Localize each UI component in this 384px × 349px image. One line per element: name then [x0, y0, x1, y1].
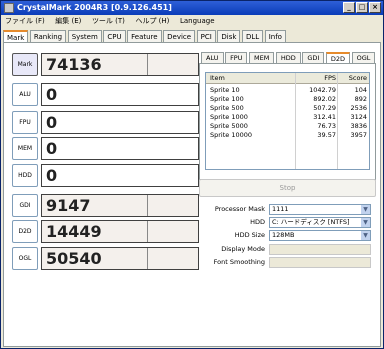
column-fps[interactable]: FPS: [298, 73, 336, 83]
fpu-button[interactable]: FPU: [12, 111, 38, 134]
ogl-button[interactable]: OGL: [12, 247, 38, 270]
item-score: 3124: [350, 113, 367, 121]
processor-mask-value: 1111: [272, 205, 289, 213]
list-item[interactable]: Sprite 10000 39.57 3957: [206, 131, 369, 140]
hdd-size-value: 128MB: [272, 231, 295, 239]
processor-mask-select[interactable]: 1111 ▼: [269, 204, 371, 215]
item-fps: 507.29: [313, 104, 336, 112]
font-smoothing-label: Font Smoothing: [213, 258, 265, 266]
item-name: Sprite 1000: [210, 113, 248, 121]
alu-score: 0: [41, 83, 199, 106]
item-name: Sprite 100: [210, 95, 244, 103]
mem-score: 0: [41, 137, 199, 160]
column-item[interactable]: Item: [210, 73, 225, 83]
item-score: 3836: [350, 122, 367, 130]
hdd-button[interactable]: HDD: [12, 164, 38, 187]
window-title: CrystalMark 2004R3 [0.9.126.451]: [17, 3, 172, 12]
fpu-score: 0: [41, 111, 199, 134]
alu-button[interactable]: ALU: [12, 83, 38, 106]
display-mode-label: Display Mode: [221, 245, 265, 253]
gdi-button[interactable]: GDI: [12, 194, 38, 217]
item-score: 2536: [350, 104, 367, 112]
chevron-down-icon[interactable]: ▼: [361, 231, 370, 240]
maximize-icon[interactable]: □: [356, 2, 368, 13]
d2d-score: 14449: [41, 220, 199, 243]
mem-button[interactable]: MEM: [12, 137, 38, 160]
ogl-score: 50540: [41, 247, 199, 270]
menu-language[interactable]: Language: [176, 15, 219, 28]
chevron-down-icon[interactable]: ▼: [361, 205, 370, 214]
hdd-select[interactable]: C: ハードディスク [NTFS] ▼: [269, 217, 371, 228]
hdd-label: HDD: [250, 218, 265, 226]
chevron-down-icon[interactable]: ▼: [361, 218, 370, 227]
column-score[interactable]: Score: [339, 73, 367, 83]
hdd-size-select[interactable]: 128MB ▼: [269, 230, 371, 241]
mark-score: 74136: [41, 53, 199, 76]
detail-tabs: ALU FPU MEM HDD GDI D2D OGL: [201, 51, 376, 65]
processor-mask-label: Processor Mask: [214, 205, 265, 213]
menu-bar: ファイル (F) 編集 (E) ツール (T) ヘルプ (H) Language: [1, 15, 383, 28]
list-item[interactable]: Sprite 500 507.29 2536: [206, 104, 369, 113]
menu-edit[interactable]: 編集 (E): [51, 15, 85, 28]
minimize-icon[interactable]: _: [343, 2, 355, 13]
app-icon: [4, 3, 14, 13]
mark-panel: Mark 74136 ALU 0 FPU 0 MEM 0 HDD 0 GDI 9…: [3, 42, 381, 347]
item-fps: 39.57: [317, 131, 336, 139]
item-score: 3957: [350, 131, 367, 139]
item-name: Sprite 10000: [210, 131, 253, 139]
main-tabs: Mark Ranking System CPU Feature Device P…: [3, 29, 286, 44]
results-list[interactable]: Item FPS Score Sprite 10 1042.79 104 Spr…: [205, 72, 370, 170]
d2d-button[interactable]: D2D: [12, 220, 38, 243]
menu-tools[interactable]: ツール (T): [88, 15, 129, 28]
item-fps: 76.73: [317, 122, 336, 130]
app-window: CrystalMark 2004R3 [0.9.126.451] _ □ × フ…: [0, 0, 384, 349]
hdd-value: C: ハードディスク [NTFS]: [272, 218, 350, 226]
item-fps: 1042.79: [309, 86, 336, 94]
display-mode-select: [269, 244, 371, 255]
list-header: Item FPS Score: [206, 73, 369, 84]
gdi-score: 9147: [41, 194, 199, 217]
item-score: 892: [354, 95, 367, 103]
item-fps: 312.41: [313, 113, 336, 121]
d2d-detail-panel: Item FPS Score Sprite 10 1042.79 104 Spr…: [199, 63, 376, 180]
menu-help[interactable]: ヘルプ (H): [131, 15, 173, 28]
item-fps: 892.02: [313, 95, 336, 103]
item-score: 104: [354, 86, 367, 94]
list-item[interactable]: Sprite 10 1042.79 104: [206, 86, 369, 95]
font-smoothing-select: [269, 257, 371, 268]
hdd-score: 0: [41, 164, 199, 187]
close-icon[interactable]: ×: [369, 2, 381, 13]
item-name: Sprite 5000: [210, 122, 248, 130]
list-item[interactable]: Sprite 100 892.02 892: [206, 95, 369, 104]
stop-button[interactable]: Stop: [199, 179, 376, 197]
list-item[interactable]: Sprite 5000 76.73 3836: [206, 122, 369, 131]
item-name: Sprite 10: [210, 86, 240, 94]
menu-file[interactable]: ファイル (F): [1, 15, 49, 28]
item-name: Sprite 500: [210, 104, 244, 112]
list-item[interactable]: Sprite 1000 312.41 3124: [206, 113, 369, 122]
title-bar: CrystalMark 2004R3 [0.9.126.451] _ □ ×: [1, 1, 383, 15]
hdd-size-label: HDD Size: [234, 231, 265, 239]
mark-button[interactable]: Mark: [12, 53, 38, 76]
